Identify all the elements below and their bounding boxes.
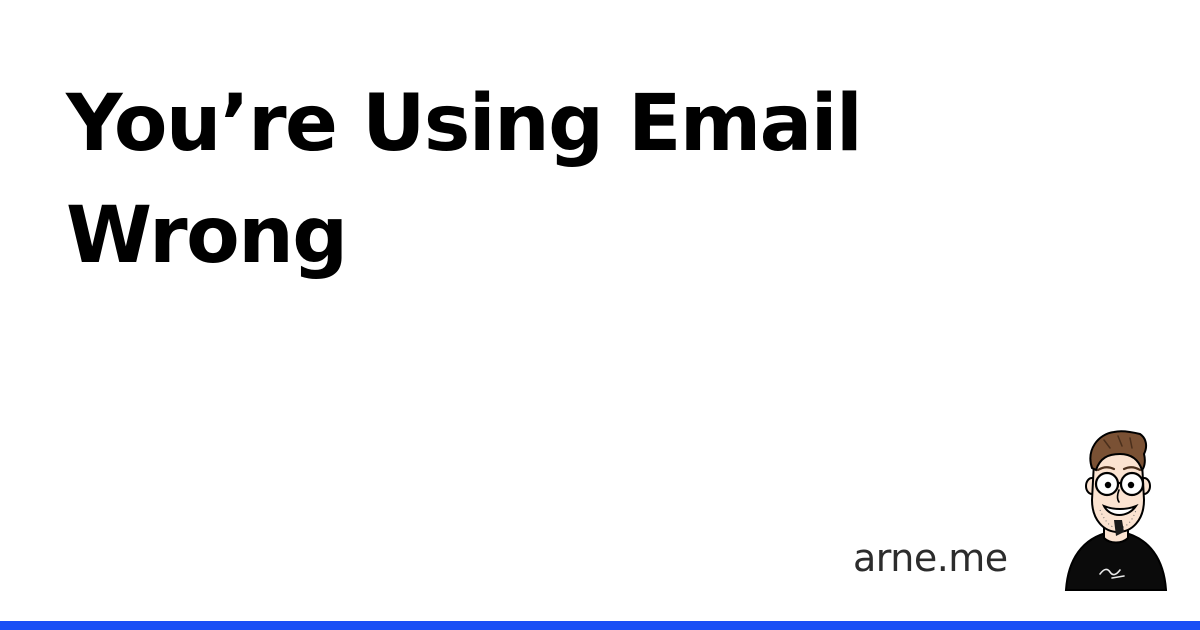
accent-bar-fill	[0, 621, 1200, 630]
accent-bar	[0, 621, 1200, 630]
page-title: You’re Using Email Wrong	[66, 79, 863, 281]
avatar-person-cartoon-icon	[1064, 430, 1168, 591]
site-domain: arne.me	[853, 536, 1008, 580]
